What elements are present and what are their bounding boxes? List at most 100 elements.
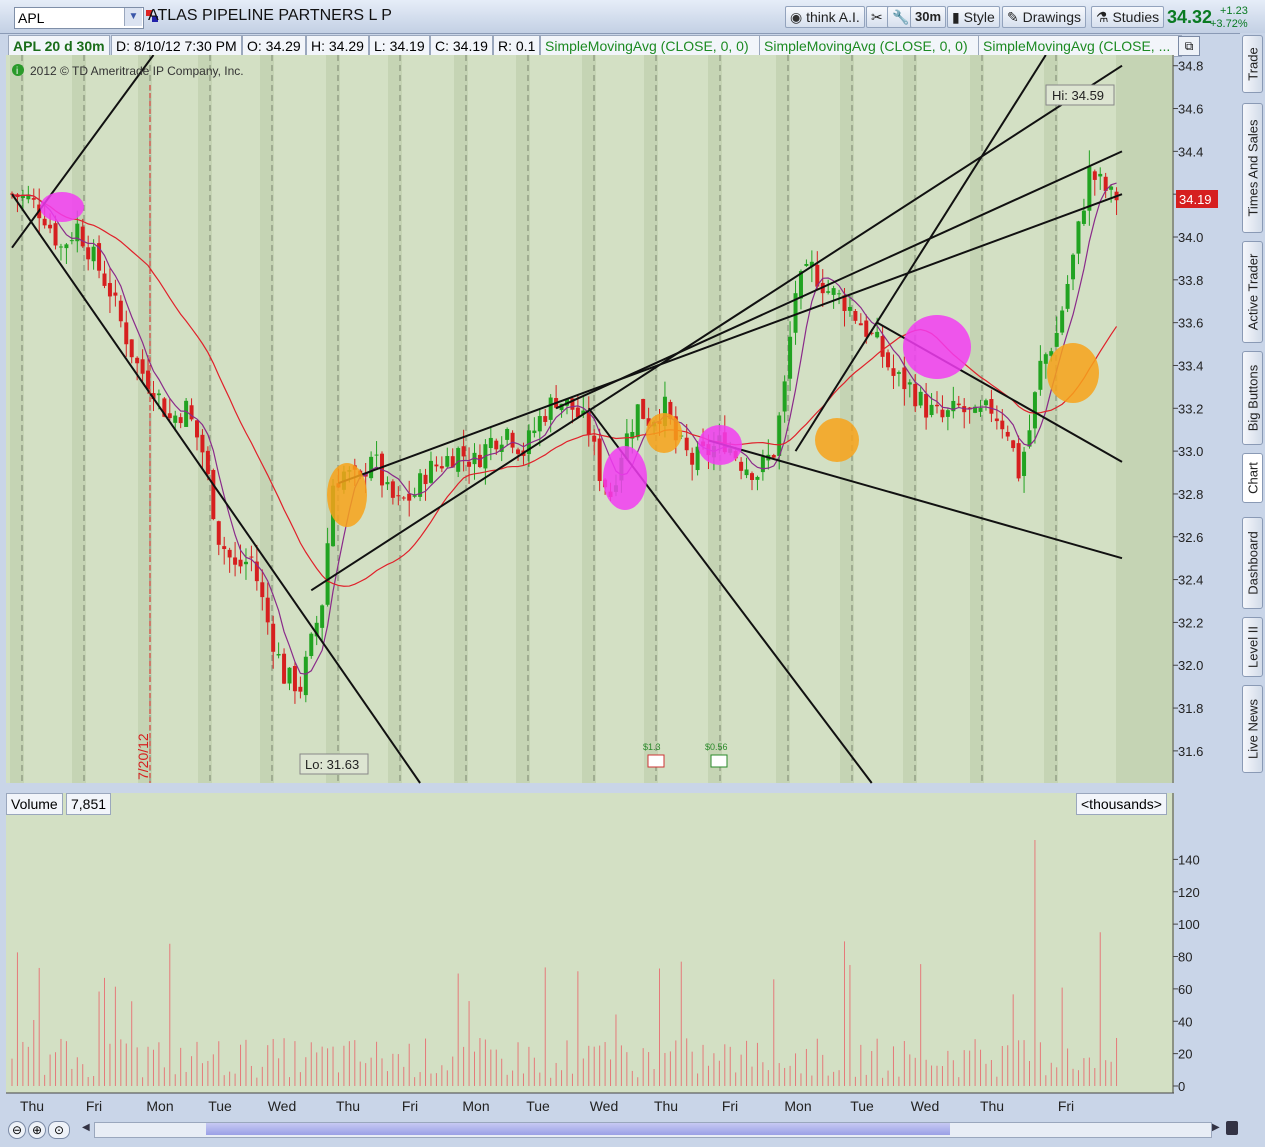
time-tick-label: Mon	[146, 1098, 173, 1114]
copyright-text: 2012 © TD Ameritrade IP Company, Inc.	[30, 64, 244, 78]
highlight-ellipse	[698, 425, 742, 465]
tab-big-buttons[interactable]: Big Buttons	[1242, 351, 1263, 445]
info-icon-glyph: i	[16, 66, 18, 77]
study-sma-3[interactable]: SimpleMovingAvg (CLOSE, ...	[978, 35, 1182, 57]
time-tick-label: Thu	[336, 1098, 360, 1114]
candle-body	[1076, 221, 1081, 254]
chart-settings-icon[interactable]: ⧉	[1178, 36, 1200, 56]
volume-tick-label: 80	[1178, 950, 1192, 965]
candle-body	[690, 452, 695, 465]
lo-label: Lo: 31.63	[299, 753, 369, 775]
candle-body	[434, 464, 439, 467]
tab-trade[interactable]: Trade	[1242, 35, 1263, 93]
tab-chart[interactable]: Chart	[1242, 453, 1263, 503]
expand-icon[interactable]	[1226, 1121, 1238, 1135]
candle-body	[750, 473, 754, 480]
tab-active-trader[interactable]: Active Trader	[1242, 241, 1263, 343]
drawings-button[interactable]: ✎ Drawings	[1002, 6, 1086, 28]
candle-body	[249, 556, 254, 558]
zoom-out-icon[interactable]: ⊖	[8, 1121, 26, 1139]
dividend-1-icon[interactable]	[647, 754, 665, 768]
candle-body	[940, 409, 945, 418]
time-tick-label: Fri	[86, 1098, 102, 1114]
candle-body	[184, 400, 189, 427]
candle-body	[907, 382, 912, 385]
candle-body	[42, 218, 47, 226]
price-tick-label: 33.2	[1178, 401, 1203, 416]
price-tick-label: 34.4	[1178, 144, 1203, 159]
price-tick-label: 31.6	[1178, 744, 1203, 759]
candle-body	[880, 336, 885, 357]
time-tick-label: Thu	[20, 1098, 44, 1114]
price-tick-label: 31.8	[1178, 701, 1203, 716]
candle-body	[777, 415, 782, 456]
scrollbar-thumb[interactable]	[206, 1123, 950, 1135]
candle-body	[118, 300, 123, 322]
candle-body	[935, 404, 939, 407]
candle-body	[782, 381, 787, 412]
candle-body	[858, 323, 863, 326]
studies-button[interactable]: ⚗ Studies	[1091, 6, 1165, 28]
candle-body	[548, 397, 553, 420]
scroll-left-icon[interactable]: ◀	[82, 1122, 92, 1136]
candle-body	[31, 198, 36, 200]
dividend-2-icon[interactable]	[710, 754, 728, 768]
candle-body	[216, 521, 221, 545]
zoom-reset-icon[interactable]: ⊙	[48, 1121, 70, 1139]
candle-body	[298, 686, 303, 692]
style-button[interactable]: ▮ Style	[947, 6, 1000, 28]
price-tick-label: 32.6	[1178, 530, 1203, 545]
candle-body	[1065, 283, 1070, 309]
candle-body	[1016, 443, 1021, 479]
price-chart[interactable]: 34.834.634.434.234.033.833.633.433.233.0…	[0, 55, 1238, 1118]
volume-plot-background	[6, 793, 1174, 1093]
candle-body	[113, 292, 118, 296]
candle-body	[978, 407, 983, 412]
candle-body	[456, 448, 461, 472]
candle-body	[200, 434, 205, 453]
candle-body	[309, 633, 314, 657]
studies-icon: ⚗	[1096, 9, 1109, 25]
time-tick-label: Mon	[462, 1098, 489, 1114]
time-tick-label: Tue	[526, 1098, 550, 1114]
candle-body	[48, 224, 53, 229]
candle-body	[423, 474, 428, 485]
candle-body	[837, 293, 842, 295]
candle-body	[956, 403, 961, 406]
candle-body	[641, 398, 646, 419]
tab-times-and-sales[interactable]: Times And Sales	[1242, 103, 1263, 233]
timeframe-button[interactable]: 30m	[910, 6, 947, 28]
dividend-2-text: $0.56	[705, 742, 728, 752]
symbol-dropdown-button[interactable]: ▼	[124, 8, 142, 26]
pencil-icon: ✎	[1007, 9, 1019, 25]
candle-body	[282, 653, 287, 684]
candle-body	[271, 623, 276, 652]
volume-label: Volume	[6, 793, 63, 815]
volume-tick-label: 0	[1178, 1079, 1185, 1094]
candle-body	[53, 223, 58, 246]
candle-body	[303, 656, 308, 696]
candle-body	[864, 320, 869, 337]
candle-body	[173, 415, 178, 423]
candle-body	[390, 481, 395, 498]
study-sma-1[interactable]: SimpleMovingAvg (CLOSE, 0, 0)	[540, 35, 760, 57]
scroll-right-icon[interactable]: ▶	[1212, 1122, 1222, 1136]
last-price: 34.32	[1167, 7, 1213, 27]
candle-body	[1011, 440, 1016, 449]
candle-body	[477, 454, 482, 468]
time-tick-label: Wed	[268, 1098, 297, 1114]
candle-body	[205, 450, 210, 475]
candle-body	[1005, 431, 1010, 437]
time-tick-label: Tue	[208, 1098, 232, 1114]
tab-live-news[interactable]: Live News	[1242, 685, 1263, 773]
tab-level-ii[interactable]: Level II	[1242, 617, 1263, 677]
think-ai-button[interactable]: ◉ think A.I.	[785, 6, 865, 28]
bar-close: C: 34.19	[430, 35, 493, 57]
candle-body	[989, 399, 994, 414]
tab-dashboard[interactable]: Dashboard	[1242, 517, 1263, 609]
candle-body	[505, 428, 510, 440]
hi-label-text: Hi: 34.59	[1052, 88, 1104, 103]
volume-tick-label: 20	[1178, 1047, 1192, 1062]
study-sma-2[interactable]: SimpleMovingAvg (CLOSE, 0, 0)	[759, 35, 979, 57]
zoom-in-icon[interactable]: ⊕	[28, 1121, 46, 1139]
